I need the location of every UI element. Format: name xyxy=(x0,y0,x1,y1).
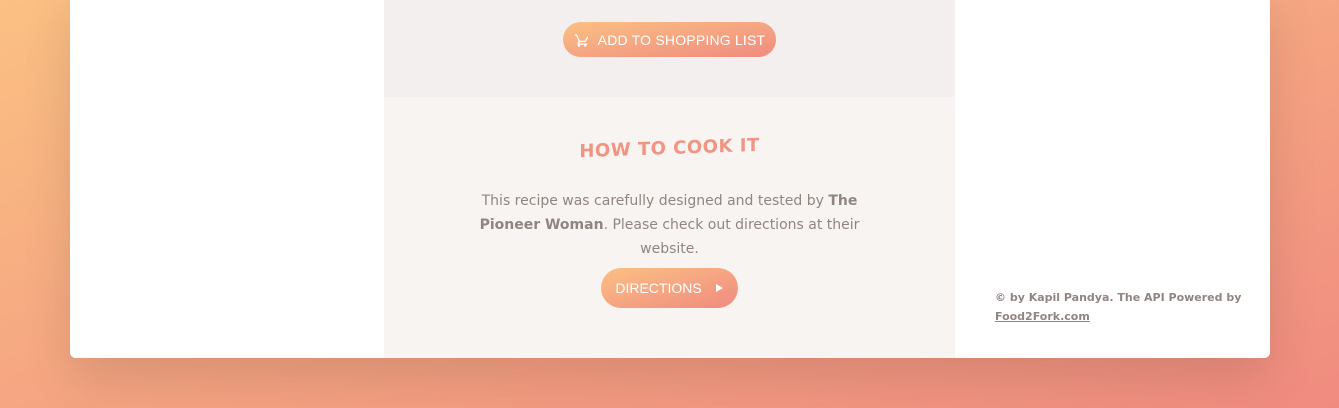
triangle-right-icon xyxy=(715,284,723,292)
recipe-panel: ADD TO SHOPPING LIST HOW TO COOK IT This… xyxy=(384,0,955,358)
directions-button-label: DIRECTIONS xyxy=(615,280,702,296)
copyright: © by Kapil Pandya. The API Powered by Fo… xyxy=(995,288,1245,326)
directions-text: This recipe was carefully designed and t… xyxy=(454,189,885,261)
recipe-ingredients-section: ADD TO SHOPPING LIST xyxy=(384,0,955,97)
copyright-text: © by Kapil Pandya. The API Powered by xyxy=(995,291,1242,304)
app-container: ADD TO SHOPPING LIST HOW TO COOK IT This… xyxy=(70,0,1270,358)
shopping-cart-icon xyxy=(574,33,588,47)
directions-heading: HOW TO COOK IT xyxy=(579,134,760,163)
add-to-shopping-list-button[interactable]: ADD TO SHOPPING LIST xyxy=(563,22,776,57)
directions-button[interactable]: DIRECTIONS xyxy=(601,268,738,308)
shopping-list-panel: © by Kapil Pandya. The API Powered by Fo… xyxy=(955,0,1270,358)
directions-text-before: This recipe was carefully designed and t… xyxy=(481,193,829,209)
search-results-panel xyxy=(70,0,384,358)
api-link[interactable]: Food2Fork.com xyxy=(995,310,1090,323)
directions-text-after: . Please check out directions at their w… xyxy=(603,217,860,257)
recipe-directions-section: HOW TO COOK IT This recipe was carefully… xyxy=(384,97,955,358)
add-to-shopping-list-label: ADD TO SHOPPING LIST xyxy=(597,31,766,48)
